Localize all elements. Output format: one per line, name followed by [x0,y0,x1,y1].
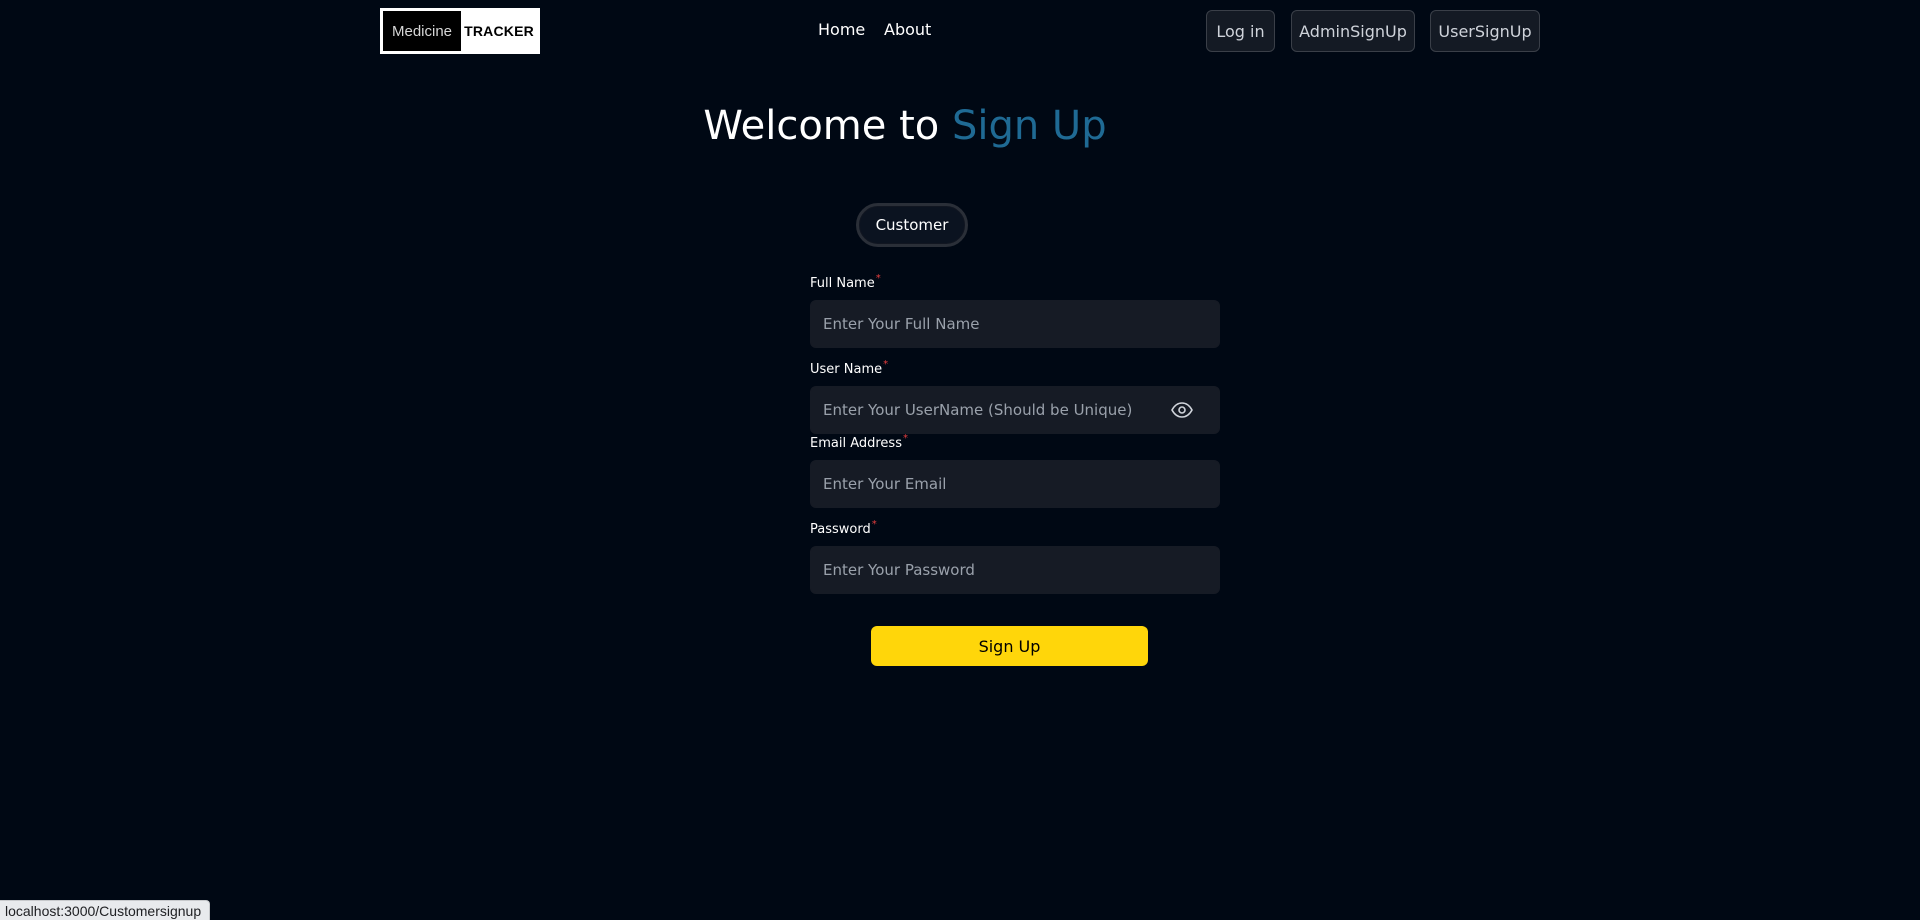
full-name-label-text: Full Name [810,276,875,291]
eye-icon-svg [1171,402,1193,418]
nav-about-link[interactable]: About [884,20,931,39]
password-label-text: Password [810,522,871,537]
email-label-text: Email Address [810,436,902,451]
required-asterisk: * [902,433,908,444]
status-bar-url: localhost:3000/Customersignup [0,900,211,920]
logo-text-tracker: TRACKER [464,23,534,39]
required-asterisk: * [875,273,881,284]
required-asterisk: * [871,519,877,530]
sign-up-button[interactable]: Sign Up [871,626,1148,666]
admin-signup-button[interactable]: AdminSignUp [1291,10,1415,52]
medicine-tracker-logo[interactable]: Medicine TRACKER [380,8,540,54]
page-title-accent: Sign Up [951,103,1107,149]
login-button[interactable]: Log in [1206,10,1275,52]
required-asterisk: * [883,359,889,370]
page-title-prefix: Welcome to [703,103,952,149]
full-name-input[interactable] [810,300,1220,348]
user-name-label: User Name* [810,359,889,377]
email-label: Email Address* [810,433,908,451]
user-name-label-text: User Name [810,362,883,377]
password-input[interactable] [810,546,1220,594]
password-label: Password* [810,519,877,537]
logo-text-medicine: Medicine [383,11,461,51]
eye-icon[interactable] [1170,399,1194,421]
top-navbar: Medicine TRACKER Home About Log in Admin… [0,0,1920,64]
email-input[interactable] [810,460,1220,508]
full-name-label: Full Name* [810,273,881,291]
user-name-input[interactable] [810,386,1220,434]
nav-home-link[interactable]: Home [818,20,865,39]
user-signup-button[interactable]: UserSignUp [1430,10,1540,52]
page-title: Welcome to Sign Up [0,100,1810,152]
tab-customer[interactable]: Customer [856,203,968,247]
